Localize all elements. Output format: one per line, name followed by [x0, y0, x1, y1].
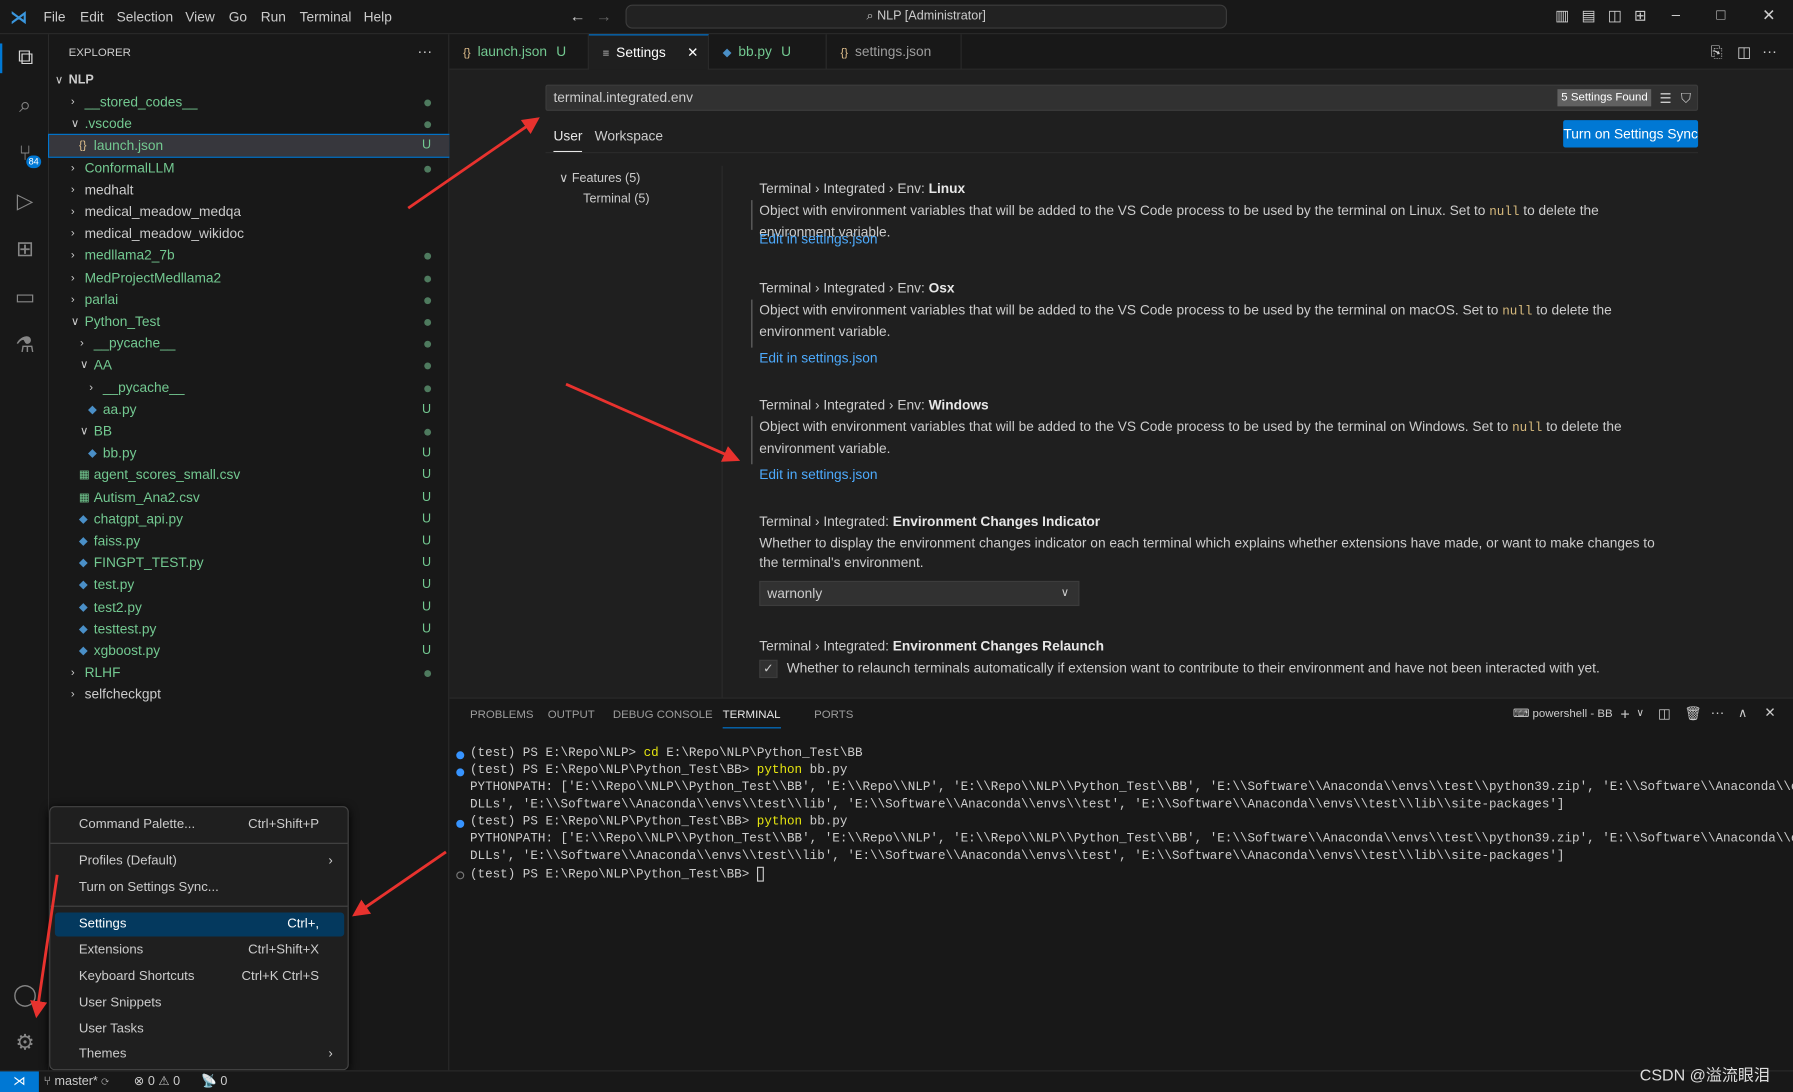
desc-text: Object with environment variables that w…	[759, 202, 1490, 219]
setting-prefix: Terminal › Integrated › Env:	[759, 396, 929, 413]
setting-prefix: Terminal › Integrated › Env:	[759, 180, 929, 197]
edit-in-settings-json-link[interactable]: Edit in settings.json	[759, 467, 877, 483]
setting-prefix: Terminal › Integrated › Env:	[759, 280, 929, 297]
arrow	[565, 382, 741, 462]
setting-prefix: Terminal › Integrated:	[759, 513, 893, 530]
arrow	[352, 850, 447, 917]
setting-name: Windows	[928, 396, 989, 413]
code-null: null	[1512, 421, 1543, 436]
code-null: null	[1502, 305, 1533, 320]
setting-title: Terminal › Integrated › Env: Linux	[759, 181, 965, 197]
setting-name: Linux	[928, 180, 966, 197]
modified-indicator	[751, 200, 753, 230]
modified-indicator	[751, 416, 753, 465]
code-null: null	[1489, 205, 1520, 220]
setting-title: Terminal › Integrated: Environment Chang…	[759, 638, 1104, 654]
environment-changes-indicator-select[interactable]: warnonly ∨	[759, 580, 1080, 607]
select-value: warnonly	[767, 585, 823, 602]
setting-title: Terminal › Integrated › Env: Windows	[759, 397, 988, 413]
setting-prefix: Terminal › Integrated:	[759, 638, 893, 655]
edit-in-settings-json-link[interactable]: Edit in settings.json	[759, 231, 877, 247]
arrow	[30, 874, 59, 1019]
relaunch-checkbox[interactable]: ✓	[759, 659, 778, 679]
desc-text: Whether to display the environment chang…	[759, 535, 1655, 571]
setting-name: Osx	[928, 280, 955, 297]
setting-name: Environment Changes Relaunch	[892, 638, 1104, 655]
setting-description: Object with environment variables that w…	[759, 301, 1674, 342]
modified-indicator	[751, 299, 753, 348]
setting-description: Object with environment variables that w…	[759, 417, 1674, 458]
desc-text: Whether to relaunch terminals automatica…	[786, 659, 1600, 676]
setting-title: Terminal › Integrated › Env: Osx	[759, 280, 954, 296]
vscode-window: ⋊ ← → ⌕ NLP [Administrator] ▥ ▤ ◫ ⊞ – □ …	[0, 0, 1793, 1092]
setting-description: Object with environment variables that w…	[759, 201, 1674, 242]
setting-name: Environment Changes Indicator	[892, 513, 1101, 530]
chevron-down-icon: ∨	[1060, 586, 1070, 600]
desc-text: Object with environment variables that w…	[759, 301, 1503, 318]
arrow	[407, 117, 540, 210]
setting-description: Whether to relaunch terminals automatica…	[787, 659, 1702, 678]
edit-in-settings-json-link[interactable]: Edit in settings.json	[759, 350, 877, 366]
setting-description: Whether to display the environment chang…	[759, 534, 1674, 573]
desc-text: Object with environment variables that w…	[759, 418, 1513, 435]
setting-title: Terminal › Integrated: Environment Chang…	[759, 513, 1100, 529]
